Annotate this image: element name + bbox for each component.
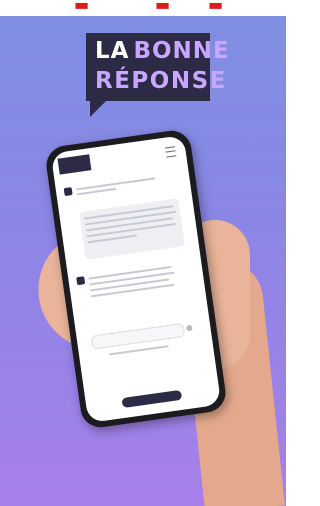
poster: ▬ ▬ ▬ LA BONNE RÉPONSE [0, 0, 286, 506]
logo-speech-tail [90, 99, 108, 117]
app-logo [57, 154, 92, 175]
top-text-fragment: ▬ [155, 0, 171, 14]
bottom-action-pill[interactable] [121, 389, 183, 409]
logo-word-la: LA [95, 38, 130, 64]
phone-screen [50, 134, 222, 424]
logo-line-1: LA BONNE [95, 38, 230, 64]
hamburger-menu-icon[interactable] [165, 146, 177, 158]
disclaimer-line [109, 345, 169, 356]
send-icon[interactable] [185, 324, 193, 332]
top-text-fragment: ▬ [208, 0, 224, 14]
top-strip: ▬ ▬ ▬ [0, 0, 286, 16]
logo-word-bonne: BONNE [133, 38, 230, 64]
bot-avatar [76, 276, 86, 286]
smartphone [43, 128, 229, 430]
top-text-fragment: ▬ [74, 0, 90, 14]
chat-input[interactable] [90, 322, 186, 350]
brand-logo: LA BONNE RÉPONSE [86, 33, 229, 101]
message-line [90, 283, 175, 298]
logo-word-reponse: RÉPONSE [95, 68, 227, 94]
bot-avatar [63, 187, 73, 197]
